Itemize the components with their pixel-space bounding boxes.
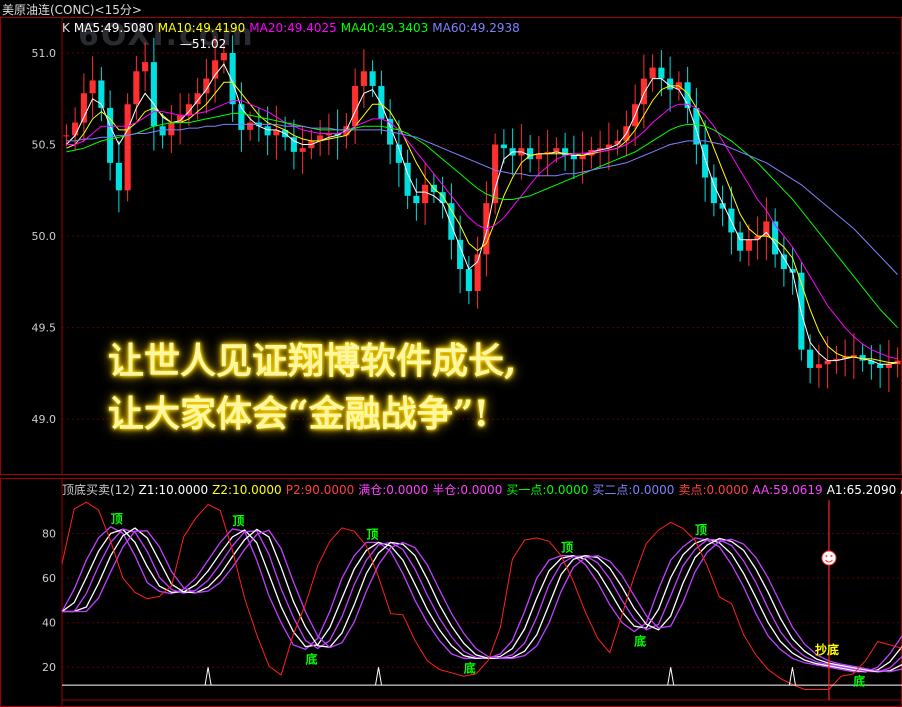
spike-mark	[375, 667, 383, 686]
legend-item: Z1:10.0000	[138, 483, 209, 497]
candle-body	[702, 144, 709, 178]
candle-body	[500, 144, 507, 149]
candle-body	[457, 239, 464, 270]
candle-body	[168, 122, 175, 136]
candle-body	[465, 269, 472, 292]
candle-body	[553, 148, 560, 152]
indicator-tick-label: 80	[42, 527, 56, 540]
top-label: 顶	[366, 527, 378, 541]
candle-body	[247, 122, 254, 130]
price-tick-label: 49.5	[32, 322, 57, 335]
candle-body	[72, 122, 79, 136]
candle-body	[107, 107, 114, 163]
candle-body	[824, 360, 831, 365]
slogan: 让世人见证翔博软件成长, 让大家体会“金融战争”!	[108, 335, 517, 441]
legend-item: Z2:10.0000	[212, 483, 282, 497]
window-title: 美原油连(CONC)<15分>	[2, 3, 142, 17]
candle-body	[133, 71, 140, 105]
chaodi-label: 抄底	[815, 642, 839, 657]
high-marker: —51.02	[180, 37, 226, 51]
ribbon-line	[62, 527, 902, 673]
indicator-legend: 顶底买卖(12) Z1:10.0000 Z2:10.0000 P2:90.0000 满仓…	[62, 481, 902, 498]
smiley-eye	[825, 555, 828, 557]
candle-body	[448, 203, 455, 240]
fast-line	[61, 501, 902, 690]
legend-item: MA40:49.3403	[340, 21, 429, 35]
candle-body	[422, 184, 429, 204]
ma-legend: K MA5:49.5080 MA10:49.4190 MA20:49.4025 MA40…	[62, 21, 524, 35]
ribbon-line	[61, 528, 902, 673]
candle-body	[142, 62, 149, 72]
indicator-chart[interactable]: 80604020顶 顶底顶底顶底顶底抄底	[0, 478, 902, 707]
spike-mark	[788, 667, 796, 686]
candle-body	[124, 104, 131, 191]
candle-body	[369, 71, 376, 86]
smiley-eye	[830, 555, 833, 557]
candle-body	[413, 195, 420, 204]
candle-body	[115, 162, 122, 191]
candle-body	[63, 135, 70, 137]
legend-item: 买一点:0.0000	[506, 483, 589, 497]
candle-body	[885, 364, 892, 368]
bottom-label: 底	[853, 674, 865, 689]
legend-item: 卖点:0.0000	[678, 483, 749, 497]
legend-item: MA10:49.4190	[157, 21, 246, 35]
legend-item: 买二点:0.0000	[592, 483, 675, 497]
candle-body	[212, 60, 219, 79]
indicator-tick-label: 20	[42, 661, 56, 674]
candle-body	[264, 126, 271, 136]
top-label: 顶	[561, 541, 573, 555]
candle-body	[877, 364, 884, 368]
legend-item: 满仓:0.0000	[358, 483, 429, 497]
candle-body	[815, 364, 822, 368]
candle-body	[807, 349, 814, 368]
legend-item: A1:65.2090	[826, 483, 897, 497]
price-tick-label: 50.0	[32, 230, 57, 243]
candle-body	[378, 85, 385, 119]
top-label: 顶	[232, 514, 244, 528]
bottom-label: 底	[464, 660, 476, 675]
smiley-icon	[821, 550, 837, 566]
candle-body	[360, 71, 367, 86]
slogan-line-2: 让大家体会“金融战争”!	[108, 393, 490, 435]
k-label: K	[62, 21, 70, 35]
legend-item: 顶底买卖(12)	[62, 483, 135, 497]
candle-body	[150, 62, 157, 127]
ribbon-line	[62, 528, 902, 673]
legend-item: AA:59.0619	[752, 483, 823, 497]
price-tick-label: 49.0	[32, 413, 57, 426]
top-label: 顶	[695, 523, 707, 537]
price-tick-label: 50.5	[32, 139, 57, 152]
candle-body	[220, 52, 227, 61]
candle-body	[772, 221, 779, 255]
candle-body	[570, 155, 577, 160]
legend-item: P2:90.0000	[285, 483, 355, 497]
candle-body	[640, 78, 647, 105]
indicator-tick-label: 60	[42, 572, 56, 585]
bottom-label: 底	[634, 634, 646, 649]
top-label: 顶	[111, 512, 123, 526]
candle-body	[492, 144, 499, 204]
price-tick-label: 51.0	[32, 47, 57, 60]
candle-body	[649, 67, 656, 79]
indicator-tick-label: 40	[42, 617, 56, 630]
legend-item: MA5:49.5080	[73, 21, 154, 35]
candle-body	[745, 239, 752, 251]
candle-body	[89, 80, 96, 94]
candle-body	[579, 155, 586, 160]
candle-body	[299, 148, 306, 152]
spike-mark	[204, 667, 212, 686]
legend-item: MA60:49.2938	[432, 21, 520, 35]
ribbon-line	[61, 526, 902, 673]
slogan-line-1: 让世人见证翔博软件成长,	[108, 340, 517, 382]
candle-body	[658, 67, 665, 79]
ma5-line	[66, 63, 898, 365]
legend-item: 半仓:0.0000	[432, 483, 503, 497]
bottom-label: 底	[305, 651, 317, 666]
legend-item: MA20:49.4025	[249, 21, 337, 35]
spike-mark	[667, 667, 675, 686]
ribbon-line	[62, 529, 902, 673]
